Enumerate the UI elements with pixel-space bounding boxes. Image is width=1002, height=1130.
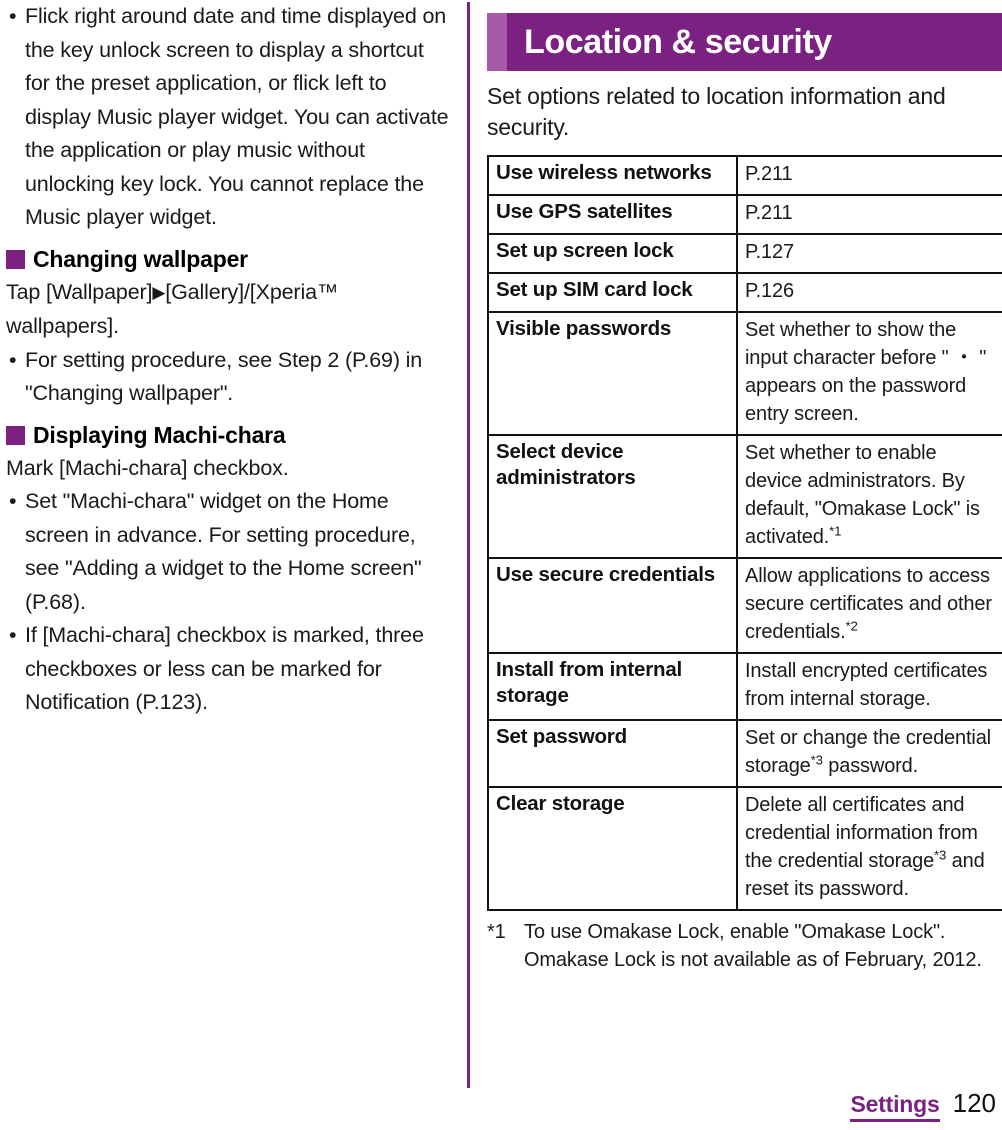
list-item: • If [Machi-chara] checkbox is marked, t… bbox=[6, 619, 454, 720]
table-row: Select device administrators Set whether… bbox=[487, 434, 1002, 559]
bullet-text: If [Machi-chara] checkbox is marked, thr… bbox=[25, 623, 424, 714]
setting-description: P.127 bbox=[736, 233, 1002, 274]
footnote-ref: *2 bbox=[845, 618, 858, 634]
list-item: • Flick right around date and time displ… bbox=[6, 0, 454, 235]
table-row: Use wireless networks P.211 bbox=[487, 155, 1002, 196]
table-row: Use GPS satellites P.211 bbox=[487, 194, 1002, 235]
setting-name: Visible passwords bbox=[487, 311, 738, 436]
desc-text: Set whether to enable device administrat… bbox=[745, 442, 980, 548]
setting-description: Allow applications to access secure cert… bbox=[736, 557, 1002, 654]
footnote-marker: *1 bbox=[487, 921, 506, 943]
desc-text: Allow applications to access secure cert… bbox=[745, 565, 992, 643]
desc-text: Install encrypted certificates from inte… bbox=[745, 660, 988, 710]
setting-name: Clear storage bbox=[487, 786, 738, 911]
setting-description: P.126 bbox=[736, 272, 1002, 313]
list-item: • For setting procedure, see Step 2 (P.6… bbox=[6, 344, 454, 411]
setting-name: Use GPS satellites bbox=[487, 194, 738, 235]
settings-table: Use wireless networks P.211 Use GPS sate… bbox=[487, 155, 1002, 911]
list-item: • Set "Machi-chara" widget on the Home s… bbox=[6, 485, 454, 619]
desc-text: P.211 bbox=[745, 202, 793, 224]
right-column: Location & security Set options related … bbox=[487, 0, 1002, 974]
table-row: Install from internal storage Install en… bbox=[487, 652, 1002, 721]
setting-name: Set password bbox=[487, 719, 738, 788]
footer-section-label: Settings bbox=[850, 1091, 940, 1122]
left-column: • Flick right around date and time displ… bbox=[6, 0, 454, 720]
desc-text: P.126 bbox=[745, 280, 794, 302]
page-footer: Settings 120 bbox=[850, 1088, 996, 1122]
desc-text-post: password. bbox=[822, 755, 919, 777]
setting-name: Use secure credentials bbox=[487, 557, 738, 654]
bullet-text: Set "Machi-chara" widget on the Home scr… bbox=[25, 489, 422, 614]
setting-name: Install from internal storage bbox=[487, 652, 738, 721]
section-body-line: Tap [Wallpaper]▶[Gallery]/[Xperia™ wallp… bbox=[6, 276, 454, 344]
setting-description: Set whether to enable device administrat… bbox=[736, 434, 1002, 559]
setting-name: Use wireless networks bbox=[487, 155, 738, 196]
page-title-bar: Location & security bbox=[487, 13, 1002, 71]
table-row: Use secure credentials Allow application… bbox=[487, 557, 1002, 654]
footnote-text: To use Omakase Lock, enable "Omakase Loc… bbox=[524, 921, 982, 971]
intro-text: Set options related to location informat… bbox=[487, 83, 946, 140]
setting-description: Set whether to show the input character … bbox=[736, 311, 1002, 436]
desc-text: P.211 bbox=[745, 163, 793, 185]
setting-description: Delete all certificates and credential i… bbox=[736, 786, 1002, 911]
bullet-marker: • bbox=[9, 347, 17, 372]
bullet-text: For setting procedure, see Step 2 (P.69)… bbox=[25, 347, 423, 406]
setting-name: Set up screen lock bbox=[487, 233, 738, 274]
section-title: Changing wallpaper bbox=[33, 245, 248, 272]
footnote-ref: *3 bbox=[934, 847, 947, 863]
footnote-ref: *1 bbox=[829, 523, 842, 539]
section-body-part-1: Tap [Wallpaper] bbox=[6, 279, 153, 304]
desc-text: P.127 bbox=[745, 241, 794, 263]
manual-page: • Flick right around date and time displ… bbox=[0, 0, 1002, 1130]
table-row: Visible passwords Set whether to show th… bbox=[487, 311, 1002, 436]
footnote: *1 To use Omakase Lock, enable "Omakase … bbox=[487, 918, 1002, 974]
section-heading-changing-wallpaper: Changing wallpaper bbox=[6, 244, 454, 274]
setting-description: Set or change the credential storage*3 p… bbox=[736, 719, 1002, 788]
right-triangle-icon: ▶ bbox=[152, 282, 166, 302]
table-row: Clear storage Delete all certificates an… bbox=[487, 786, 1002, 911]
table-row: Set up SIM card lock P.126 bbox=[487, 272, 1002, 313]
square-bullet-icon bbox=[6, 250, 25, 269]
bullet-marker: • bbox=[9, 489, 17, 513]
setting-description: P.211 bbox=[736, 194, 1002, 235]
bullet-marker: • bbox=[9, 623, 17, 647]
section-body-line: Mark [Machi-chara] checkbox. bbox=[6, 455, 289, 480]
column-divider bbox=[467, 2, 470, 1088]
section-title: Displaying Machi-chara bbox=[33, 421, 286, 448]
table-row: Set password Set or change the credentia… bbox=[487, 719, 1002, 788]
table-row: Set up screen lock P.127 bbox=[487, 233, 1002, 274]
bullet-text: Flick right around date and time display… bbox=[25, 4, 449, 229]
page-number: 120 bbox=[952, 1088, 996, 1118]
setting-name: Set up SIM card lock bbox=[487, 272, 738, 313]
footnotes: *1 To use Omakase Lock, enable "Omakase … bbox=[487, 918, 1002, 974]
title-main-bar: Location & security bbox=[507, 13, 1002, 71]
setting-name: Select device administrators bbox=[487, 434, 738, 559]
page-title: Location & security bbox=[524, 23, 832, 61]
setting-description: P.211 bbox=[736, 155, 1002, 196]
footnote-ref: *3 bbox=[810, 752, 823, 768]
bullet-marker: • bbox=[9, 4, 17, 28]
square-bullet-icon bbox=[6, 426, 25, 445]
desc-text: Set whether to show the input character … bbox=[745, 319, 987, 425]
setting-description: Install encrypted certificates from inte… bbox=[736, 652, 1002, 721]
title-accent-bar bbox=[487, 13, 507, 71]
section-heading-displaying-machi-chara: Displaying Machi-chara bbox=[6, 420, 454, 450]
